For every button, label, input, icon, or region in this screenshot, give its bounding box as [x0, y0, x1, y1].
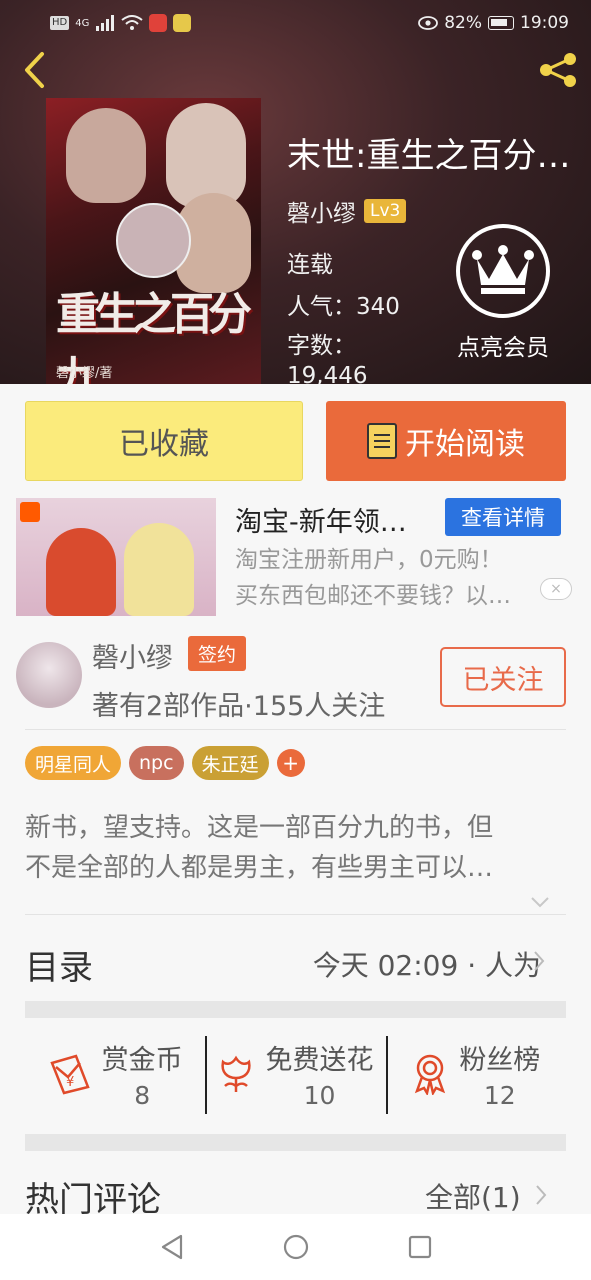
section-separator: [25, 1134, 566, 1151]
crown-icon: [456, 224, 550, 318]
hot-comments-header[interactable]: 热门评论 全部(1): [0, 1166, 591, 1220]
reward-bar: ¥ 赏金币 8 免费送花 10 粉丝榜 12: [25, 1032, 566, 1116]
book-icon: [367, 423, 397, 459]
reward-label: 粉丝榜: [459, 1045, 541, 1076]
toc-label: 目录: [25, 948, 93, 988]
ad-view-details-button[interactable]: 查看详情: [445, 498, 561, 536]
book-detail-body: 已收藏 开始阅读 淘宝-新年领… 查看详情 淘宝注册新用户，0元购！ 买东西包邮…: [0, 384, 591, 1220]
system-nav-bar: [0, 1214, 591, 1280]
latest-chapter: 今天 02:09 · 人为: [312, 949, 541, 982]
back-arrow-icon: [25, 52, 44, 88]
reward-count: 10: [303, 1081, 336, 1110]
level-badge: Lv3: [364, 199, 407, 223]
app-notification-icon: [149, 14, 168, 32]
eye-icon: [418, 16, 439, 30]
reward-count: 8: [134, 1081, 151, 1110]
tag-item[interactable]: 朱正廷: [191, 746, 269, 780]
divider: [25, 914, 566, 915]
start-reading-button[interactable]: 开始阅读: [326, 401, 566, 481]
table-of-contents-row[interactable]: 目录 今天 02:09 · 人为: [0, 930, 591, 1000]
nav-home-icon[interactable]: [282, 1233, 310, 1261]
start-reading-label: 开始阅读: [405, 427, 525, 462]
collected-button[interactable]: 已收藏: [25, 401, 303, 481]
add-tag-button[interactable]: +: [276, 749, 305, 777]
send-flower-button[interactable]: 免费送花 10: [205, 1032, 385, 1116]
chevron-right-icon: [536, 1185, 547, 1205]
word-count: 字数：19,446: [287, 333, 368, 384]
status-bar: HD 4G 82% 19:09: [0, 0, 591, 46]
author-row[interactable]: 磬小缪 Lv3: [287, 194, 407, 228]
divider: [25, 729, 566, 730]
vip-button[interactable]: 点亮会员: [448, 224, 558, 364]
section-separator: [25, 1001, 566, 1018]
network-label: 4G: [75, 17, 90, 29]
nav-back-icon[interactable]: [159, 1233, 185, 1261]
clock: 19:09: [520, 13, 569, 33]
tag-list: 明星同人 npc 朱正廷 +: [25, 746, 305, 780]
signal-icon: [96, 15, 115, 31]
popularity: 人气：340: [287, 294, 400, 320]
description-line-1: 新书，望支持。这是一部百分九的书，但: [25, 813, 494, 843]
cover-author: 磬小缪/著: [56, 366, 113, 381]
book-description[interactable]: 新书，望支持。这是一部百分九的书，但 不是全部的人都是男主，有些男主可以…: [25, 808, 570, 888]
ad-desc-line-2: 买东西包邮还不要钱？以…: [235, 583, 511, 609]
battery-icon: [488, 16, 514, 30]
back-button[interactable]: [14, 50, 54, 90]
book-title: 末世:重生之百分…: [287, 136, 571, 176]
expand-chevron-icon[interactable]: [530, 892, 550, 912]
ad-description: 淘宝注册新用户，0元购！ 买东西包邮还不要钱？以…: [235, 542, 565, 614]
taobao-logo-icon: [20, 502, 40, 522]
wifi-icon: [121, 15, 143, 30]
reward-count: 12: [483, 1081, 516, 1110]
book-header: HD 4G 82% 19:09 重生之百分九 磬小缪/著 末世:重生之百分… 磬…: [0, 0, 591, 384]
description-line-2: 不是全部的人都是男主，有些男主可以…: [25, 853, 494, 883]
avatar[interactable]: [16, 642, 82, 708]
reward-label: 赏金币: [101, 1045, 183, 1076]
author-card[interactable]: 磬小缪 签约 著有2部作品·155人关注 已关注: [0, 632, 591, 730]
author-name[interactable]: 磬小缪: [287, 194, 356, 228]
battery-percent: 82%: [444, 13, 482, 33]
signed-badge: 签约: [188, 636, 247, 671]
ad-close-button[interactable]: ×: [540, 578, 572, 600]
hd-indicator: HD: [50, 16, 70, 30]
share-icon: [540, 53, 576, 87]
fan-ranking-button[interactable]: 粉丝榜 12: [385, 1032, 566, 1116]
ad-image[interactable]: [16, 498, 216, 616]
reward-label: 免费送花: [265, 1045, 374, 1076]
following-button[interactable]: 已关注: [440, 647, 566, 707]
book-cover[interactable]: 重生之百分九 磬小缪/著: [46, 98, 261, 384]
author-stats: 著有2部作品·155人关注: [92, 691, 386, 722]
all-comments-link[interactable]: 全部(1): [425, 1176, 521, 1216]
flower-icon: [221, 1055, 252, 1092]
tag-item[interactable]: 明星同人: [25, 746, 122, 780]
chevron-right-icon: [534, 951, 545, 971]
share-button[interactable]: [535, 50, 581, 90]
svg-text:¥: ¥: [66, 1075, 74, 1090]
award-ribbon-icon: [415, 1054, 446, 1095]
ad-desc-line-1: 淘宝注册新用户，0元购！: [235, 547, 503, 573]
reward-coins-button[interactable]: ¥ 赏金币 8: [25, 1032, 205, 1116]
author-card-name[interactable]: 磬小缪: [92, 636, 173, 675]
nav-recents-icon[interactable]: [407, 1234, 433, 1260]
vip-label: 点亮会员: [457, 335, 549, 361]
serial-status: 连载: [287, 252, 333, 278]
app-notification-icon-2: [173, 14, 192, 32]
coin-envelope-icon: ¥: [49, 1054, 90, 1095]
ad-title[interactable]: 淘宝-新年领…: [235, 500, 435, 539]
ad-banner[interactable]: 淘宝-新年领… 查看详情 淘宝注册新用户，0元购！ 买东西包邮还不要钱？以… ×: [0, 496, 591, 616]
tag-item[interactable]: npc: [129, 746, 184, 780]
